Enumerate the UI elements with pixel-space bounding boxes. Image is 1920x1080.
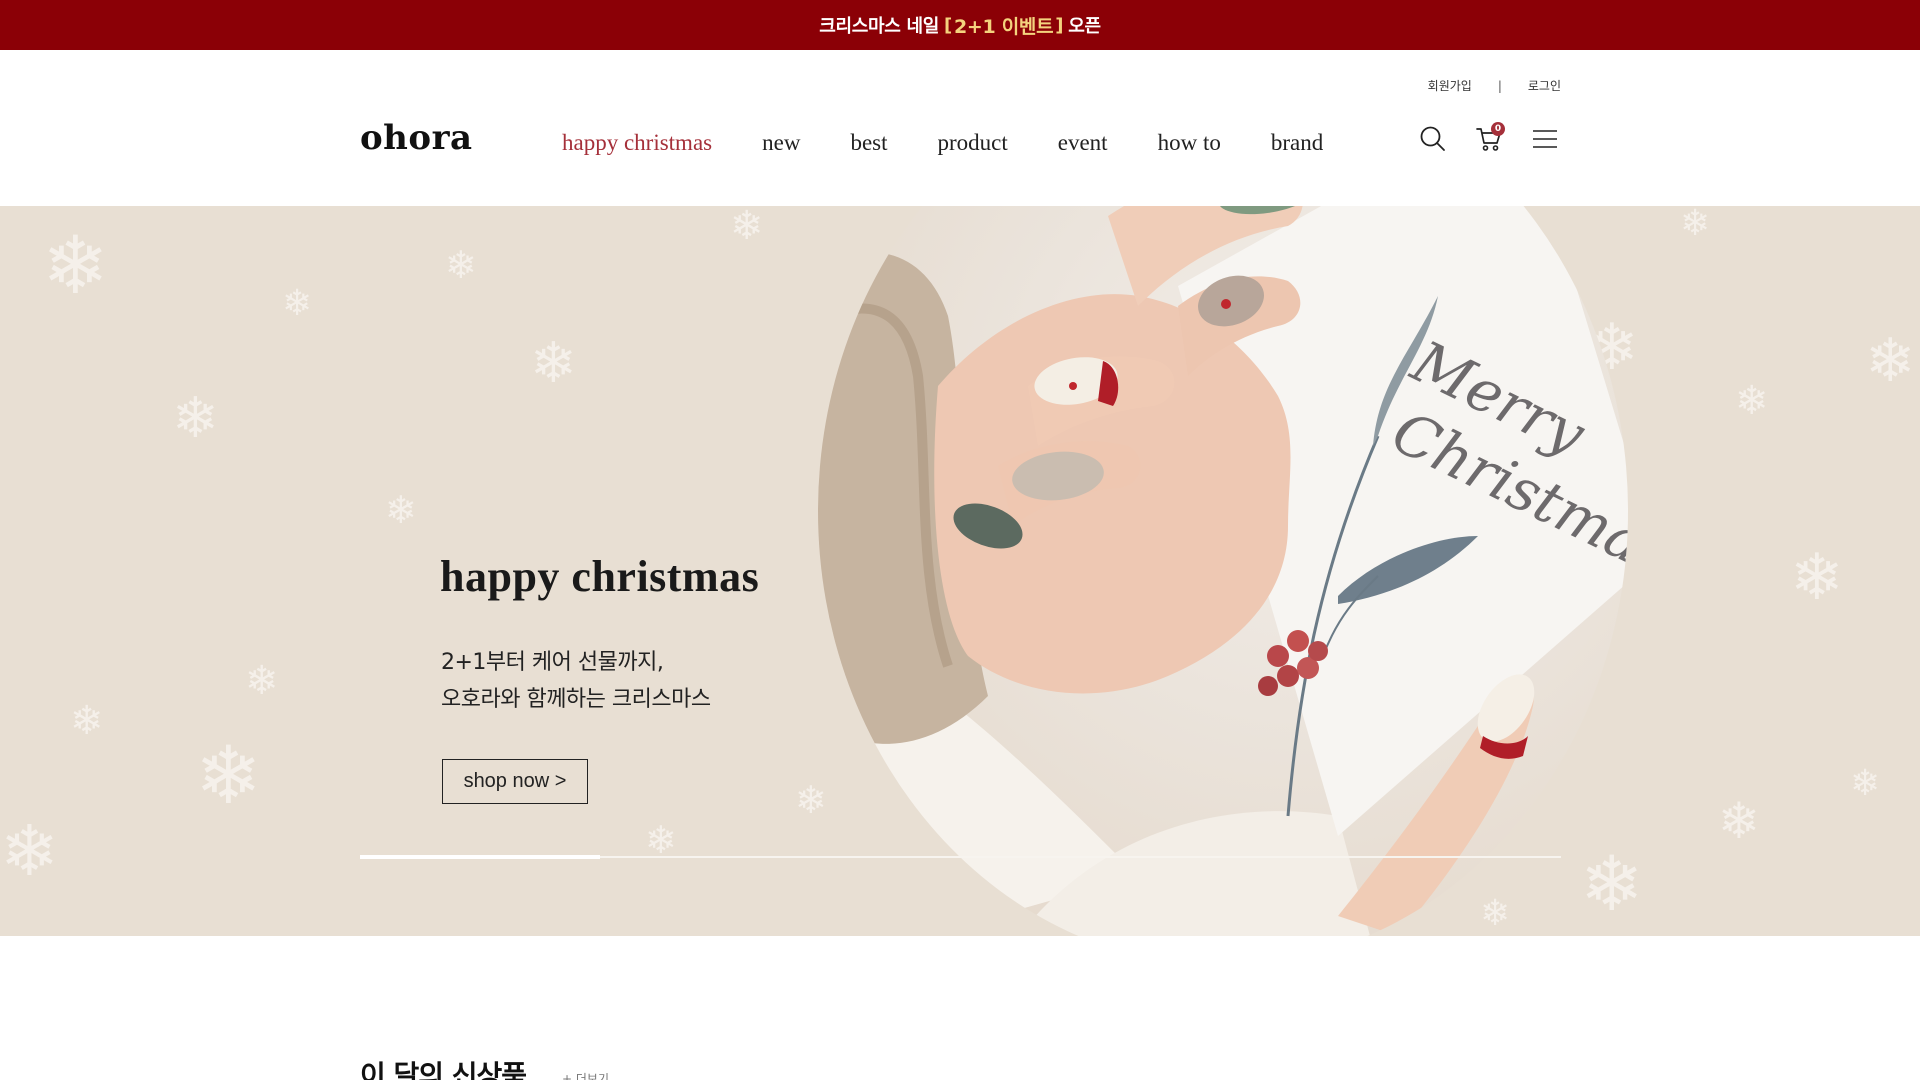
snowflake-icon: ❄	[1865, 326, 1916, 396]
nav-item-brand[interactable]: brand	[1271, 130, 1323, 156]
snowflake-icon: ❄	[1718, 792, 1760, 850]
hero-banner[interactable]: ❄ ❄ ❄ ❄ ❄ ❄ ❄ ❄ ❄ ❄ ❄ ❄ ❄ ❄ ❄ ❄ ❄ ❄ ❄ ❄ …	[0, 206, 1920, 936]
cart-icon[interactable]: 0	[1474, 122, 1505, 154]
snowflake-icon: ❄	[730, 206, 764, 249]
nail-illustration: Merry Christmas	[818, 206, 1628, 936]
snowflake-icon: ❄	[1850, 763, 1881, 804]
hero-subtitle-line2: 오호라와 함께하는 크리스마스	[441, 687, 711, 712]
promo-banner[interactable]: 크리스마스 네일 [ 2+1 이벤트 ] 오픈	[0, 0, 1920, 50]
signup-link[interactable]: 회원가입	[1428, 77, 1472, 94]
snowflake-icon: ❄	[172, 386, 219, 451]
snowflake-icon: ❄	[245, 658, 279, 704]
main-nav: happy christmas new best product event h…	[562, 130, 1323, 156]
snowflake-icon: ❄	[445, 243, 477, 287]
slide-progress-bar[interactable]	[360, 855, 1561, 859]
snowflake-icon: ❄	[70, 698, 104, 744]
nav-item-happy-christmas[interactable]: happy christmas	[562, 130, 712, 156]
promo-bracket-open: [	[944, 14, 952, 36]
promo-bracket-close: ]	[1055, 14, 1064, 36]
login-link[interactable]: 로그인	[1528, 77, 1561, 94]
snowflake-icon: ❄	[1735, 378, 1769, 424]
shop-now-button[interactable]: shop now >	[442, 759, 588, 804]
snowflake-icon: ❄	[195, 729, 263, 822]
snowflake-icon: ❄	[0, 810, 59, 892]
nav-item-best[interactable]: best	[850, 130, 887, 156]
nav-item-how-to[interactable]: how to	[1158, 130, 1221, 156]
section-title: 이 달의 신상품	[360, 1059, 527, 1080]
slide-progress-fill	[360, 855, 601, 859]
hero-subtitle: 2+1부터 케어 선물까지, 오호라와 함께하는 크리스마스	[441, 644, 711, 718]
snowflake-icon: ❄	[1480, 893, 1511, 934]
util-links: 회원가입 | 로그인	[1428, 77, 1561, 94]
promo-highlight: 2+1 이벤트	[953, 15, 1054, 38]
promo-text-open: 오픈	[1068, 16, 1101, 37]
snowflake-icon: ❄	[1790, 541, 1844, 615]
snowflake-icon: ❄	[795, 778, 827, 822]
search-icon[interactable]	[1418, 124, 1448, 154]
cart-count-badge: 0	[1491, 122, 1505, 136]
snowflake-icon: ❄	[645, 818, 677, 862]
snowflake-icon: ❄	[282, 283, 313, 324]
hero-title: happy christmas	[440, 552, 760, 601]
more-link[interactable]: + 더보기	[562, 1070, 609, 1080]
snowflake-icon: ❄	[1680, 206, 1711, 244]
snowflake-icon: ❄	[530, 331, 577, 396]
header-icons: 0	[1418, 122, 1560, 154]
nav-item-new[interactable]: new	[762, 130, 800, 156]
ohora-logo[interactable]: ohora	[360, 118, 473, 158]
snowflake-icon: ❄	[1580, 839, 1644, 928]
snowflake-icon: ❄	[42, 219, 110, 312]
snowflake-icon: ❄	[385, 488, 417, 532]
menu-icon[interactable]	[1530, 124, 1560, 154]
hero-image: Merry Christmas	[818, 206, 1628, 936]
site-header: 회원가입 | 로그인 ohora happy christmas new bes…	[0, 50, 1920, 206]
nav-item-product[interactable]: product	[938, 130, 1008, 156]
promo-text: 크리스마스 네일	[819, 16, 940, 37]
nav-item-event[interactable]: event	[1058, 130, 1108, 156]
util-separator: |	[1497, 78, 1502, 93]
hero-subtitle-line1: 2+1부터 케어 선물까지,	[441, 650, 664, 675]
